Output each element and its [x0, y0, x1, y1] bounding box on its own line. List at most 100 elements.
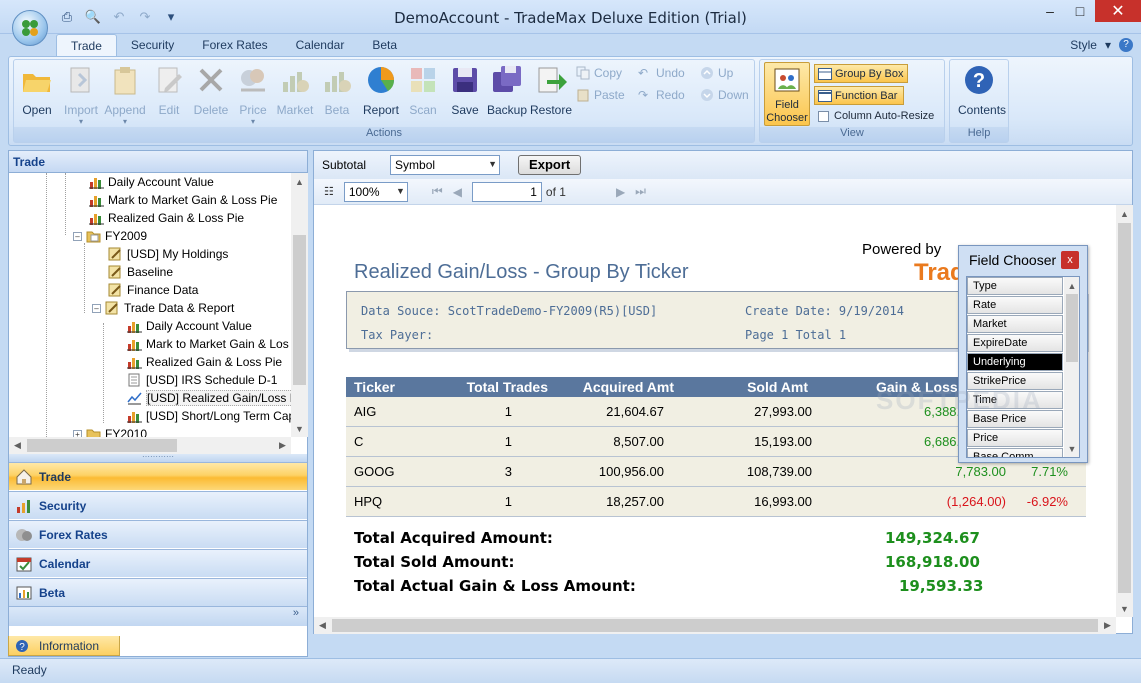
field-item-base-comm[interactable]: Base Comm — [967, 448, 1063, 457]
scroll-up-icon[interactable]: ▲ — [1064, 277, 1079, 294]
subtotal-select[interactable]: Symbol ▼ — [390, 155, 501, 175]
scroll-down-icon[interactable]: ▼ — [1116, 600, 1133, 617]
contents-button[interactable]: ? Contents — [958, 64, 1006, 117]
nav-beta[interactable]: Beta — [9, 578, 307, 606]
tree-item-daily-account-value-2[interactable]: Daily Account Value — [127, 317, 252, 335]
scroll-up-icon[interactable]: ▲ — [291, 173, 308, 190]
tree-scroll-thumb[interactable] — [293, 235, 306, 385]
export-button[interactable]: Export — [518, 155, 582, 175]
field-chooser-button[interactable]: Field Chooser — [764, 62, 810, 126]
field-item-underlying[interactable]: Underlying — [967, 353, 1063, 371]
price-button[interactable]: Price ▾ — [232, 64, 274, 126]
scroll-left-icon[interactable]: ◀ — [314, 617, 331, 634]
tree-item-irs-schedule[interactable]: [USD] IRS Schedule D-1 — [127, 371, 277, 389]
report-horizontal-scrollbar[interactable]: ◀ ▶ — [314, 617, 1116, 634]
nav-forex-rates[interactable]: Forex Rates — [9, 520, 307, 548]
scroll-up-icon[interactable]: ▲ — [1116, 205, 1133, 222]
edit-button[interactable]: Edit — [148, 64, 190, 117]
style-arrow-icon[interactable]: ▾ — [1105, 38, 1111, 52]
tree-item-finance-data[interactable]: Finance Data — [108, 281, 198, 299]
backup-button[interactable]: Backup — [486, 64, 528, 117]
open-button[interactable]: Open — [16, 64, 58, 117]
collapse-icon[interactable]: – — [92, 303, 101, 313]
scroll-left-icon[interactable]: ◀ — [9, 437, 26, 454]
collapse-icon[interactable]: – — [73, 231, 82, 241]
field-item-expiredate[interactable]: ExpireDate — [967, 334, 1063, 352]
tree-item-short-long-term[interactable]: [USD] Short/Long Term Cap — [127, 407, 291, 425]
function-bar-button[interactable]: Function Bar — [814, 86, 904, 105]
field-list-scrollbar[interactable]: ▲ ▼ — [1064, 277, 1079, 457]
paste-button[interactable]: Paste — [576, 88, 625, 102]
document-map-icon[interactable]: ☷ — [324, 185, 334, 198]
nav-trade[interactable]: Trade — [9, 462, 307, 490]
expand-icon[interactable]: + — [73, 429, 82, 437]
field-item-type[interactable]: Type — [967, 277, 1063, 295]
previous-page-icon[interactable]: ◀ — [453, 185, 462, 199]
scroll-down-icon[interactable]: ▼ — [291, 420, 308, 437]
down-button[interactable]: Down — [700, 88, 749, 102]
style-label[interactable]: Style — [1070, 38, 1097, 52]
tab-trade[interactable]: Trade — [56, 34, 117, 56]
tree-item-mark-to-market-2[interactable]: Mark to Market Gain & Los — [127, 335, 289, 353]
scroll-right-icon[interactable]: ▶ — [1099, 617, 1116, 634]
tab-security[interactable]: Security — [117, 34, 188, 56]
tree-item-fy2009[interactable]: – FY2009 — [73, 227, 147, 245]
close-button[interactable]: ✕ — [1095, 0, 1141, 22]
report-vertical-scrollbar[interactable]: ▲ ▼ — [1116, 205, 1133, 617]
import-button[interactable]: Import ▾ — [60, 64, 102, 126]
tree-vertical-scrollbar[interactable]: ▲ ▼ — [291, 173, 308, 437]
field-list-scroll-thumb[interactable] — [1066, 294, 1078, 362]
tab-calendar[interactable]: Calendar — [282, 34, 359, 56]
page-number-input[interactable]: 1 — [471, 181, 542, 202]
scroll-right-icon[interactable]: ▶ — [274, 437, 291, 454]
tree-hscroll-thumb[interactable] — [27, 439, 177, 452]
field-item-rate[interactable]: Rate — [967, 296, 1063, 314]
field-chooser-close-button[interactable]: x — [1061, 251, 1079, 269]
undo-button[interactable]: ↶ Undo — [638, 66, 685, 80]
zoom-select[interactable]: 100% ▼ — [343, 181, 408, 202]
minimize-button[interactable]: – — [1035, 0, 1065, 22]
tree-item-trade-data-report[interactable]: – Trade Data & Report — [92, 299, 234, 317]
nav-calendar[interactable]: Calendar — [9, 549, 307, 577]
app-menu-button[interactable] — [12, 10, 48, 46]
delete-button[interactable]: Delete — [190, 64, 232, 117]
help-icon[interactable]: ? — [1119, 38, 1133, 52]
tab-beta[interactable]: Beta — [358, 34, 411, 56]
tree-item-fy2010[interactable]: + FY2010 — [73, 425, 147, 437]
next-page-icon[interactable]: ▶ — [616, 185, 625, 199]
scroll-down-icon[interactable]: ▼ — [1064, 440, 1079, 457]
beta-button[interactable]: Beta — [316, 64, 358, 117]
tree-item-realized-gain-loss-pie[interactable]: Realized Gain & Loss Pie — [89, 209, 244, 227]
market-button[interactable]: Market — [274, 64, 316, 117]
scan-button[interactable]: Scan — [402, 64, 444, 117]
column-auto-resize-toggle[interactable]: Column Auto-Resize — [818, 110, 934, 122]
tree-item-my-holdings[interactable]: [USD] My Holdings — [108, 245, 228, 263]
last-page-icon[interactable]: ⏭ — [635, 184, 646, 199]
tab-forex-rates[interactable]: Forex Rates — [188, 34, 281, 56]
redo-button[interactable]: ↷ Redo — [638, 88, 685, 102]
field-item-price[interactable]: Price — [967, 429, 1063, 447]
tree-item-mark-to-market[interactable]: Mark to Market Gain & Loss Pie — [89, 191, 277, 209]
group-by-box-button[interactable]: Group By Box — [814, 64, 908, 83]
cell-percent: -6.92% — [1026, 494, 1068, 509]
nav-overflow-button[interactable]: » — [9, 606, 307, 626]
report-button[interactable]: Report — [360, 64, 402, 117]
tree-item-realized-gain-loss-report[interactable]: [USD] Realized Gain/Loss R — [127, 389, 291, 407]
up-button[interactable]: Up — [700, 66, 733, 80]
copy-button[interactable]: Copy — [576, 66, 622, 80]
restore-button[interactable]: Restore — [530, 64, 572, 117]
report-hscroll-thumb[interactable] — [332, 619, 1098, 632]
tree-item-realized-gain-loss-pie-2[interactable]: Realized Gain & Loss Pie — [127, 353, 282, 371]
report-scroll-thumb[interactable] — [1118, 223, 1131, 593]
pane-splitter[interactable]: ⋯⋯⋯⋯ — [9, 453, 307, 462]
save-button[interactable]: Save — [444, 64, 486, 117]
field-item-market[interactable]: Market — [967, 315, 1063, 333]
first-page-icon[interactable]: ⏮ — [432, 184, 443, 199]
information-tab[interactable]: ? Information — [8, 636, 120, 656]
tree-item-daily-account-value[interactable]: Daily Account Value — [89, 173, 214, 191]
tree-item-baseline[interactable]: Baseline — [108, 263, 173, 281]
column-auto-resize-checkbox[interactable] — [818, 110, 829, 122]
append-button[interactable]: Append ▾ — [104, 64, 146, 126]
nav-security[interactable]: Security — [9, 491, 307, 519]
maximize-button[interactable]: □ — [1065, 0, 1095, 22]
